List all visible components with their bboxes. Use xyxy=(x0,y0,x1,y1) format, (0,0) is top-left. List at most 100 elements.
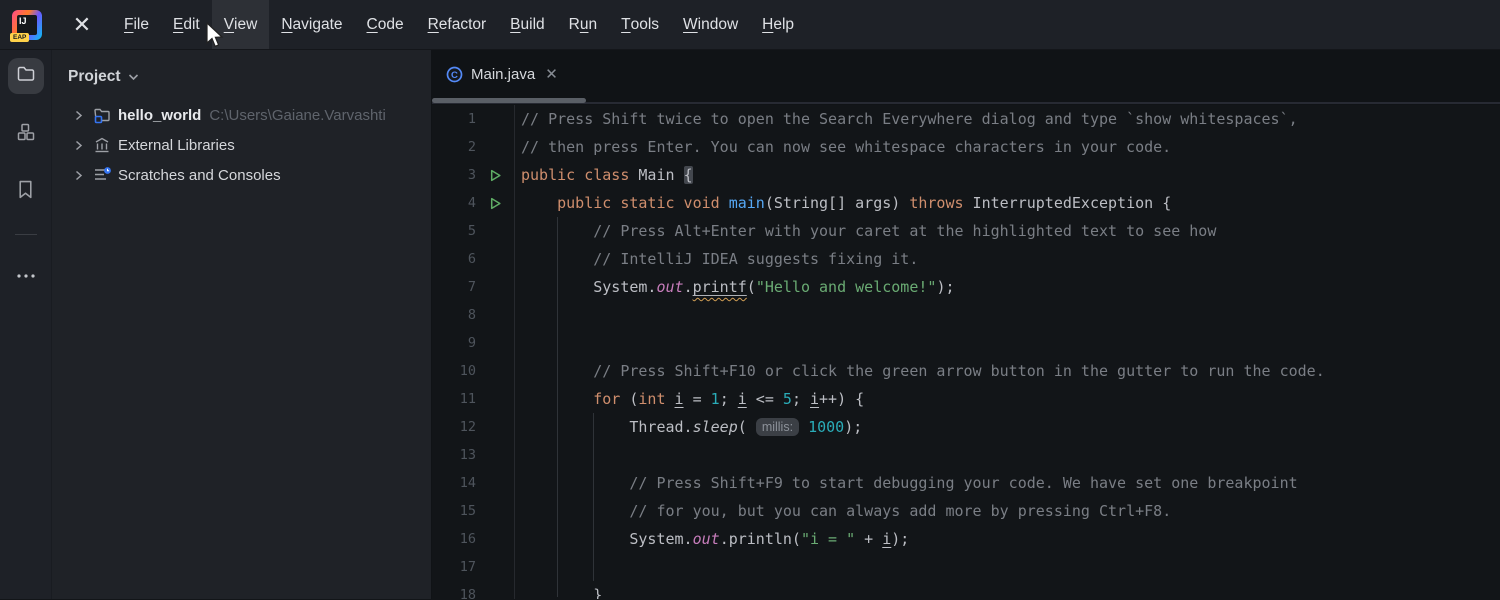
chevron-right-icon[interactable] xyxy=(70,170,86,181)
line-number: 13 xyxy=(432,441,476,469)
line-number: 5 xyxy=(432,217,476,245)
code-line-7[interactable]: 7 System.out.printf("Hello and welcome!"… xyxy=(432,273,1500,301)
code-token: // Press Alt+Enter with your caret at th… xyxy=(593,222,1216,240)
titlebar: IJ EAP ✕ FileEditViewNavigateCodeRefacto… xyxy=(0,0,1500,50)
code-token: System. xyxy=(521,278,656,296)
code-text[interactable] xyxy=(515,329,521,357)
code-text[interactable]: System.out.println("i = " + i); xyxy=(515,525,909,553)
line-number: 4 xyxy=(432,189,476,217)
code-token: throws xyxy=(909,194,963,212)
menu-help[interactable]: Help xyxy=(750,0,806,49)
project-tool-button[interactable] xyxy=(8,58,44,94)
code-text[interactable]: // Press Alt+Enter with your caret at th… xyxy=(515,217,1216,245)
menu-run[interactable]: Run xyxy=(557,0,609,49)
line-number: 18 xyxy=(432,581,476,599)
close-icon[interactable]: ✕ xyxy=(68,11,96,39)
menu-refactor[interactable]: Refactor xyxy=(416,0,499,49)
code-line-2[interactable]: 2// then press Enter. You can now see wh… xyxy=(432,133,1500,161)
code-text[interactable]: public static void main(String[] args) t… xyxy=(515,189,1171,217)
code-text[interactable]: // IntelliJ IDEA suggests fixing it. xyxy=(515,245,918,273)
tree-item-hello-world[interactable]: hello_worldC:\Users\Gaiane.Varvashti xyxy=(52,100,431,130)
line-number: 17 xyxy=(432,553,476,581)
code-token: i xyxy=(738,390,747,408)
more-tool-windows-tool-button[interactable] xyxy=(8,257,44,293)
tab-scrollbar-thumb[interactable] xyxy=(432,98,586,103)
code-editor[interactable]: 1// Press Shift twice to open the Search… xyxy=(432,105,1500,599)
code-token: // Press Shift+F10 or click the green ar… xyxy=(593,362,1325,380)
libraries-icon xyxy=(92,136,112,154)
code-token: ; xyxy=(720,390,738,408)
code-token: ++) { xyxy=(819,390,864,408)
code-line-6[interactable]: 6 // IntelliJ IDEA suggests fixing it. xyxy=(432,245,1500,273)
line-number: 12 xyxy=(432,413,476,441)
code-line-5[interactable]: 5 // Press Alt+Enter with your caret at … xyxy=(432,217,1500,245)
tree-item-external-libraries[interactable]: External Libraries xyxy=(52,130,431,160)
tab-close-icon[interactable]: ✕ xyxy=(543,63,560,85)
code-token: ); xyxy=(844,418,862,436)
menu-view[interactable]: View xyxy=(212,0,270,49)
modules-tool-button[interactable] xyxy=(8,116,44,152)
gutter: 18 xyxy=(432,581,515,599)
menu-build[interactable]: Build xyxy=(498,0,556,49)
code-token: for xyxy=(593,390,620,408)
menu-navigate[interactable]: Navigate xyxy=(269,0,354,49)
code-token: Main xyxy=(638,166,683,184)
menu-window[interactable]: Window xyxy=(671,0,750,49)
code-text[interactable]: } xyxy=(515,581,602,599)
code-text[interactable]: public class Main { xyxy=(515,161,693,189)
indent-guide xyxy=(593,413,594,581)
code-line-18[interactable]: 18 } xyxy=(432,581,1500,599)
code-text[interactable] xyxy=(515,441,521,469)
code-line-11[interactable]: 11 for (int i = 1; i <= 5; i++) { xyxy=(432,385,1500,413)
gutter: 11 xyxy=(432,385,515,413)
code-text[interactable]: System.out.printf("Hello and welcome!"); xyxy=(515,273,955,301)
indent-guide xyxy=(557,217,558,597)
code-line-8[interactable]: 8 xyxy=(432,301,1500,329)
code-token: // for you, but you can always add more … xyxy=(629,502,1171,520)
code-text[interactable]: Thread.sleep( millis: 1000); xyxy=(515,413,862,441)
editor-area: CMain.java✕ 1// Press Shift twice to ope… xyxy=(432,50,1500,599)
code-text[interactable]: // for you, but you can always add more … xyxy=(515,497,1171,525)
code-text[interactable]: // then press Enter. You can now see whi… xyxy=(515,133,1171,161)
parameter-hint: millis: xyxy=(756,418,799,436)
code-line-1[interactable]: 1// Press Shift twice to open the Search… xyxy=(432,105,1500,133)
menu-tools[interactable]: Tools xyxy=(609,0,671,49)
tab-main-java[interactable]: CMain.java✕ xyxy=(432,50,574,98)
code-line-4[interactable]: 4 public static void main(String[] args)… xyxy=(432,189,1500,217)
gutter: 15 xyxy=(432,497,515,525)
run-icon[interactable] xyxy=(476,169,514,182)
code-line-10[interactable]: 10 // Press Shift+F10 or click the green… xyxy=(432,357,1500,385)
project-tool-window: Project hello_worldC:\Users\Gaiane.Varva… xyxy=(52,50,432,599)
bookmarks-tool-button[interactable] xyxy=(8,174,44,210)
run-icon[interactable] xyxy=(476,197,514,210)
java-class-icon: C xyxy=(446,66,463,83)
project-panel-header[interactable]: Project xyxy=(52,50,431,86)
menu-edit[interactable]: Edit xyxy=(161,0,212,49)
code-token: 1000 xyxy=(808,418,844,436)
code-text[interactable]: for (int i = 1; i <= 5; i++) { xyxy=(515,385,864,413)
code-text[interactable]: // Press Shift+F10 or click the green ar… xyxy=(515,357,1325,385)
code-token: System. xyxy=(521,530,693,548)
folder-icon xyxy=(16,64,36,89)
chevron-right-icon[interactable] xyxy=(70,140,86,151)
code-token: ); xyxy=(936,278,954,296)
code-token xyxy=(521,502,629,520)
gutter: 8 xyxy=(432,301,515,329)
code-text[interactable] xyxy=(515,301,521,329)
code-token: (String[] args) xyxy=(765,194,910,212)
chevron-right-icon[interactable] xyxy=(70,110,86,121)
code-token: + xyxy=(855,530,882,548)
code-line-3[interactable]: 3public class Main { xyxy=(432,161,1500,189)
code-text[interactable]: // Press Shift+F9 to start debugging you… xyxy=(515,469,1298,497)
tree-item-scratches-and-consoles[interactable]: Scratches and Consoles xyxy=(52,160,431,190)
code-token: // IntelliJ IDEA suggests fixing it. xyxy=(593,250,918,268)
menu-code[interactable]: Code xyxy=(355,0,416,49)
code-line-9[interactable]: 9 xyxy=(432,329,1500,357)
menu-file[interactable]: File xyxy=(112,0,161,49)
code-token: ( xyxy=(620,390,638,408)
code-token: // Press Shift+F9 to start debugging you… xyxy=(629,474,1297,492)
code-text[interactable]: // Press Shift twice to open the Search … xyxy=(515,105,1298,133)
code-token: public class xyxy=(521,166,638,184)
chevron-down-icon xyxy=(128,73,139,81)
code-text[interactable] xyxy=(515,553,521,581)
